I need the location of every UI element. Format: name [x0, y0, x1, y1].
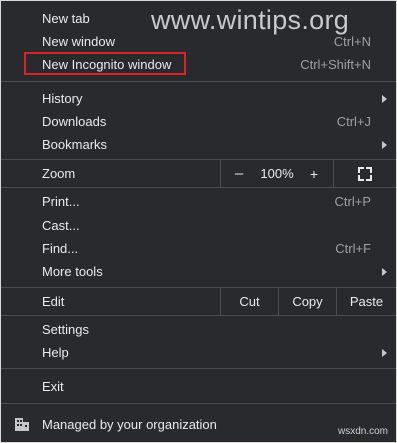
fullscreen-button[interactable] [334, 160, 396, 187]
shortcut-text: Ctrl+J [336, 114, 371, 129]
copy-button[interactable]: Copy [279, 288, 336, 315]
menu-item-exit[interactable]: Exit [1, 375, 396, 398]
menu-item-label: Help [42, 345, 69, 360]
building-icon [15, 418, 29, 431]
menu-item-print[interactable]: Print... Ctrl+P [1, 190, 396, 213]
menu-separator [1, 403, 396, 404]
menu-item-new-tab[interactable]: New tab [1, 7, 396, 30]
menu-item-more-tools[interactable]: More tools [1, 260, 396, 283]
edit-row: Edit Cut Copy Paste [1, 288, 396, 315]
menu-item-managed-by-organization[interactable]: Managed by your organization [1, 413, 396, 436]
zoom-out-button[interactable]: – [223, 160, 255, 187]
menu-separator [1, 315, 396, 316]
menu-item-label: Managed by your organization [42, 417, 217, 432]
shortcut-text: Ctrl+F [335, 241, 371, 256]
menu-item-label: Cast... [42, 218, 80, 233]
menu-item-label: New tab [42, 11, 90, 26]
cut-button[interactable]: Cut [221, 288, 278, 315]
zoom-row: Zoom – 100% + [1, 160, 396, 187]
menu-item-history[interactable]: History [1, 87, 396, 110]
menu-item-label: New window [42, 34, 115, 49]
menu-item-downloads[interactable]: Downloads Ctrl+J [1, 110, 396, 133]
menu-item-label: Print... [42, 194, 80, 209]
menu-item-settings[interactable]: Settings [1, 318, 396, 341]
menu-item-label: Settings [42, 322, 89, 337]
zoom-label: Zoom [42, 166, 76, 181]
menu-item-help[interactable]: Help [1, 341, 396, 364]
shortcut-text: Ctrl+P [334, 194, 371, 209]
shortcut-text: Ctrl+N [333, 34, 371, 49]
menu-item-label: Exit [42, 379, 64, 394]
menu-item-label: More tools [42, 264, 103, 279]
menu-item-label: History [42, 91, 83, 106]
menu-separator [1, 81, 396, 82]
footer-watermark: wsxdn.com [337, 426, 388, 437]
menu-item-new-window[interactable]: New window Ctrl+N [1, 30, 396, 53]
zoom-divider [220, 160, 221, 187]
menu-item-label: Find... [42, 241, 79, 256]
menu-item-cast[interactable]: Cast... [1, 214, 396, 237]
menu-item-label: Bookmarks [42, 137, 108, 152]
zoom-in-button[interactable]: + [299, 160, 329, 187]
menu-separator [1, 368, 396, 369]
submenu-arrow-icon [382, 268, 387, 276]
menu-item-bookmarks[interactable]: Bookmarks [1, 133, 396, 156]
paste-button[interactable]: Paste [337, 288, 396, 315]
submenu-arrow-icon [382, 95, 387, 103]
chrome-main-menu: www.wintips.org New tab New window Ctrl+… [0, 0, 397, 443]
zoom-level: 100% [260, 166, 294, 181]
fullscreen-icon [358, 166, 372, 181]
edit-label: Edit [42, 294, 65, 309]
shortcut-text: Ctrl+Shift+N [300, 57, 371, 72]
menu-item-label: Downloads [42, 114, 107, 129]
highlight-box [24, 52, 186, 75]
submenu-arrow-icon [382, 141, 387, 149]
menu-item-find[interactable]: Find... Ctrl+F [1, 237, 396, 260]
menu-separator [1, 187, 396, 188]
submenu-arrow-icon [382, 349, 387, 357]
